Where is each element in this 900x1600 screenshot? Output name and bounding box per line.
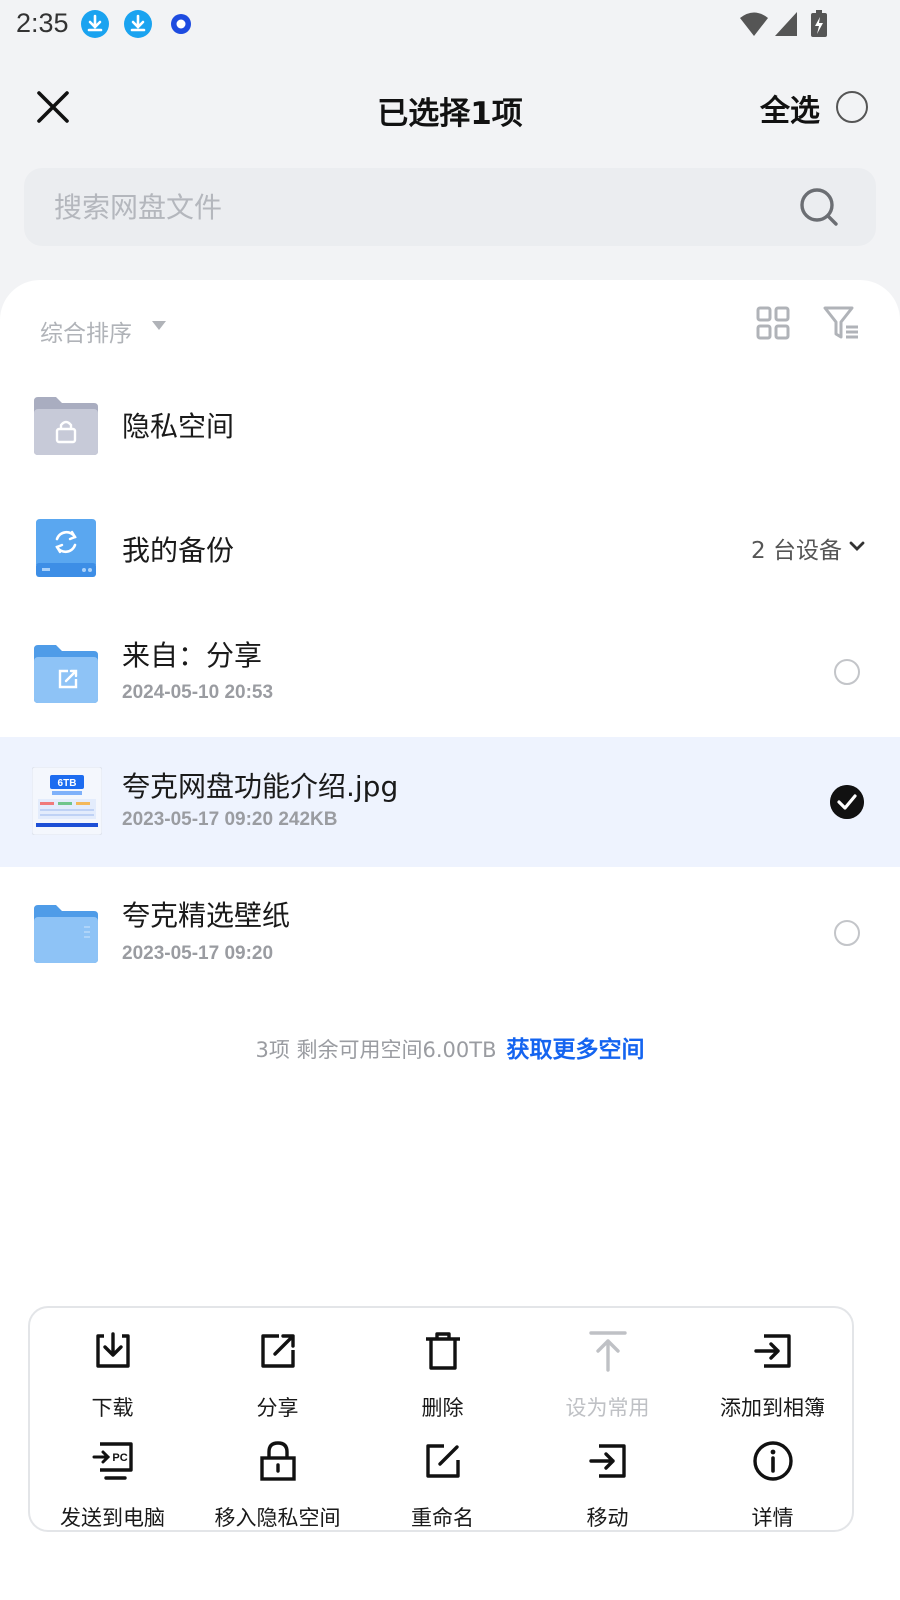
grid-view-icon[interactable]	[756, 306, 790, 340]
add-to-album-icon	[754, 1334, 791, 1368]
filter-icon[interactable]	[822, 304, 860, 342]
rename-icon	[426, 1444, 460, 1478]
svg-text:6TB: 6TB	[58, 778, 77, 789]
details-button[interactable]: 详情	[690, 1440, 855, 1540]
chevron-down-icon[interactable]	[848, 537, 866, 555]
shared-folder-icon	[34, 645, 98, 703]
trash-icon	[426, 1332, 460, 1370]
action-label: 添加到相簿	[720, 1396, 825, 1420]
download-icon	[96, 1332, 130, 1368]
list-item[interactable]: 来自：分享 2024-05-10 20:53	[0, 606, 900, 736]
battery-charging-icon	[811, 10, 827, 37]
download-notification-icon	[124, 10, 152, 38]
add-to-album-button[interactable]: 添加到相簿	[690, 1330, 855, 1430]
action-label: 设为常用	[565, 1396, 650, 1420]
move-button[interactable]: 移动	[525, 1440, 690, 1540]
status-time: 2:35	[16, 8, 69, 38]
get-more-space-link[interactable]: 获取更多空间	[507, 1037, 645, 1063]
file-meta: 2023-05-17 09:20 242KB	[122, 809, 338, 830]
action-panel: 下载 分享 删除 设为常用 添加到相簿 PC 发送到电脑 移入隐私空间 重命名 …	[28, 1306, 854, 1532]
action-label: 分享	[256, 1396, 299, 1420]
checkmark-icon[interactable]	[830, 785, 864, 819]
status-bar: 2:35	[0, 0, 900, 48]
info-icon	[753, 1441, 793, 1481]
action-label: 下载	[91, 1396, 134, 1420]
share-button[interactable]: 分享	[195, 1330, 360, 1430]
select-all-button[interactable]: 全选	[760, 86, 820, 130]
send-to-pc-icon: PC	[92, 1442, 133, 1480]
pin-top-icon	[589, 1331, 627, 1372]
action-label: 删除	[421, 1396, 464, 1420]
list-item[interactable]: 夸克精选壁纸 2023-05-17 09:20	[0, 867, 900, 997]
delete-button[interactable]: 删除	[360, 1330, 525, 1430]
image-thumbnail: 6TB	[32, 767, 102, 835]
file-name: 我的备份	[122, 534, 235, 567]
download-notification-icon	[81, 10, 109, 38]
list-item[interactable]: 我的备份 2 台设备	[0, 481, 900, 611]
rename-button[interactable]: 重命名	[360, 1440, 525, 1540]
file-meta: 2024-05-10 20:53	[122, 682, 274, 703]
move-icon	[589, 1444, 626, 1478]
select-radio[interactable]	[834, 920, 860, 946]
action-label: 重命名	[411, 1506, 474, 1530]
action-label: 详情	[751, 1506, 794, 1530]
search-bar[interactable]	[24, 168, 876, 246]
file-name: 来自：分享	[122, 639, 263, 672]
search-input[interactable]	[54, 188, 754, 226]
wifi-icon	[740, 12, 768, 36]
search-icon[interactable]	[798, 186, 840, 228]
select-radio[interactable]	[834, 659, 860, 685]
file-name: 夸克网盘功能介绍.jpg	[122, 770, 399, 803]
file-meta: 2023-05-17 09:20	[122, 943, 274, 964]
download-button[interactable]: 下载	[30, 1330, 195, 1430]
svg-text:PC: PC	[112, 1452, 127, 1464]
set-frequent-button[interactable]: 设为常用	[525, 1330, 690, 1430]
action-label: 移动	[586, 1506, 629, 1530]
device-count[interactable]: 2 台设备	[751, 531, 842, 565]
folder-icon	[34, 905, 98, 963]
action-label: 移入隐私空间	[214, 1506, 341, 1530]
share-icon	[261, 1334, 295, 1368]
app-notification-icon	[171, 14, 191, 34]
storage-summary: 3项 剩余可用空间6.00TB 获取更多空间	[0, 1030, 900, 1064]
file-name: 隐私空间	[122, 410, 235, 443]
cellular-signal-icon	[775, 12, 797, 36]
sort-dropdown[interactable]: 综合排序	[40, 314, 132, 348]
private-folder-icon	[34, 397, 98, 455]
send-to-pc-button[interactable]: PC 发送到电脑	[30, 1440, 195, 1540]
backup-drive-icon	[36, 519, 96, 577]
storage-summary-text: 3项 剩余可用空间6.00TB	[255, 1038, 497, 1062]
list-item[interactable]: 6TB 夸克网盘功能介绍.jpg 2023-05-17 09:20 242KB	[0, 737, 900, 867]
action-label: 发送到电脑	[60, 1506, 165, 1530]
move-to-private-button[interactable]: 移入隐私空间	[195, 1440, 360, 1540]
list-item[interactable]: 隐私空间	[0, 358, 900, 488]
caret-down-icon[interactable]	[152, 321, 166, 330]
lock-icon	[260, 1441, 296, 1481]
select-all-radio[interactable]	[836, 91, 868, 123]
file-name: 夸克精选壁纸	[122, 899, 291, 932]
